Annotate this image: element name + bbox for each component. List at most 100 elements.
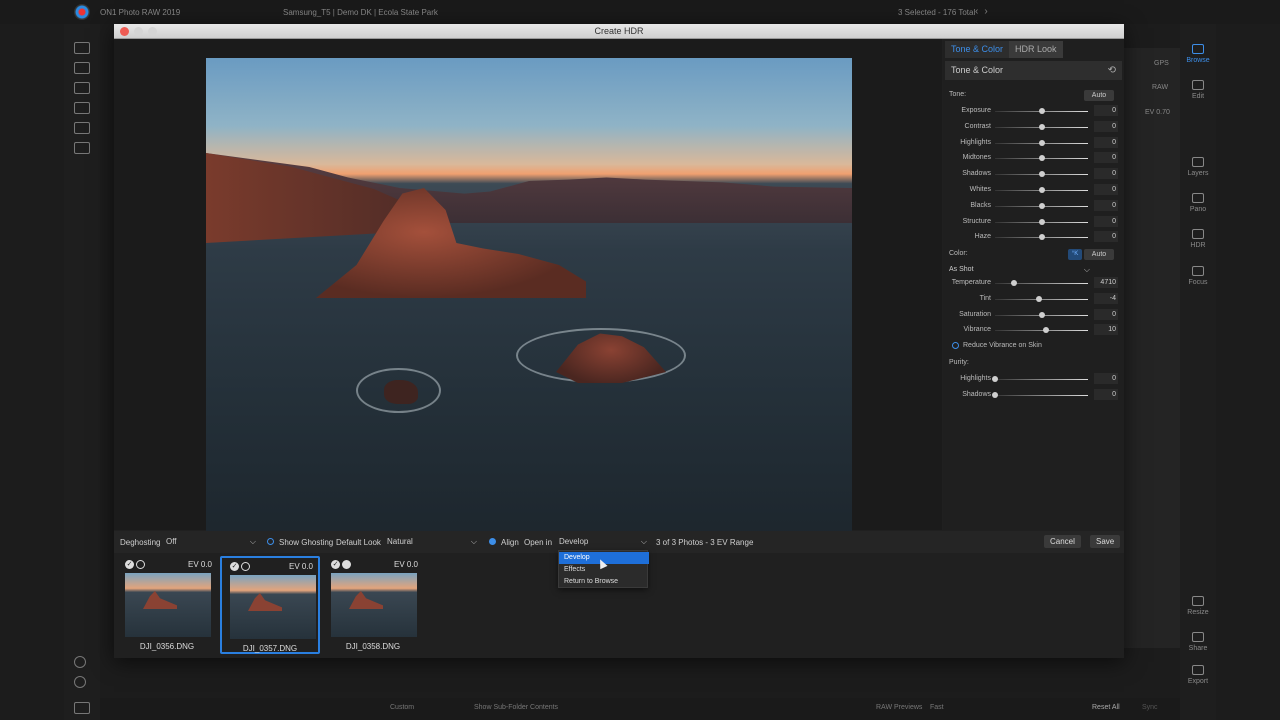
slider-vibrance[interactable]: Vibrance 10	[945, 323, 1122, 337]
browse-module[interactable]: Browse	[1180, 44, 1216, 64]
slider-shadows[interactable]: Shadows 0	[945, 167, 1122, 181]
slider-value-field[interactable]: 0	[1094, 388, 1118, 400]
slider-value-field[interactable]: 0	[1094, 136, 1118, 148]
monitor-icon[interactable]	[74, 42, 90, 54]
slider-track[interactable]	[995, 394, 1088, 396]
slider-track[interactable]	[995, 330, 1088, 332]
slider-handle[interactable]	[1038, 187, 1045, 193]
slider-value-field[interactable]: 0	[1094, 105, 1118, 116]
default-look-select[interactable]: Natural ⌵	[387, 537, 477, 548]
thumbnail-card[interactable]: ✓ EV 0.0 DJI_0358.DNG	[323, 556, 423, 654]
slider-handle[interactable]	[1035, 295, 1042, 302]
slider-contrast[interactable]: Contrast 0	[945, 120, 1122, 134]
slider-midtones[interactable]: Midtones 0	[945, 151, 1122, 165]
slider-value-field[interactable]: 0	[1094, 231, 1118, 243]
slider-handle[interactable]	[1043, 327, 1050, 334]
hdr-module[interactable]: HDR	[1180, 229, 1216, 249]
align-radio[interactable]	[489, 538, 496, 545]
slider-highlights[interactable]: Highlights 0	[945, 372, 1122, 386]
export-module[interactable]: Export	[1180, 665, 1216, 685]
slider-handle[interactable]	[1038, 234, 1045, 241]
slider-shadows[interactable]: Shadows 0	[945, 388, 1122, 402]
slider-value-field[interactable]: 10	[1094, 324, 1118, 336]
slider-saturation[interactable]: Saturation 0	[945, 308, 1122, 322]
pano-module[interactable]: Pano	[1180, 193, 1216, 213]
tab-hdr-look[interactable]: HDR Look	[1009, 41, 1063, 58]
resize-module[interactable]: Resize	[1180, 596, 1216, 616]
slider-value-field[interactable]: -4	[1094, 292, 1118, 304]
reset-all-button[interactable]: Reset All	[1092, 704, 1120, 711]
focus-module[interactable]: Focus	[1180, 266, 1216, 286]
cloud-icon[interactable]	[74, 122, 90, 134]
panel-toggle-icon[interactable]	[74, 702, 90, 714]
nav-arrows-icon[interactable]: ‹›	[975, 6, 994, 17]
edit-module[interactable]: Edit	[1180, 80, 1216, 100]
folder-icon[interactable]	[74, 82, 90, 94]
user-icon[interactable]	[74, 656, 86, 668]
primary-radio-icon[interactable]	[241, 562, 250, 571]
slider-highlights[interactable]: Highlights 0	[945, 136, 1122, 150]
save-button[interactable]: Save	[1090, 535, 1121, 548]
drive-icon[interactable]	[74, 102, 90, 114]
tone-auto-button[interactable]: Auto	[1084, 90, 1114, 101]
include-check-icon[interactable]: ✓	[230, 562, 239, 571]
slider-handle[interactable]	[1038, 123, 1045, 130]
include-check-icon[interactable]: ✓	[125, 560, 134, 569]
thumbnail-card[interactable]: ✓ EV 0.0 DJI_0356.DNG	[117, 556, 217, 654]
slider-value-field[interactable]: 0	[1094, 308, 1118, 320]
share-module[interactable]: Share	[1180, 632, 1216, 652]
kelvin-toggle[interactable]: °K	[1068, 249, 1082, 260]
white-balance-select[interactable]: As Shot ⌵	[949, 264, 1090, 275]
raw-previews-select[interactable]: Fast	[930, 704, 944, 711]
slider-handle[interactable]	[1038, 311, 1045, 318]
slider-tint[interactable]: Tint -4	[945, 292, 1122, 306]
help-icon[interactable]	[74, 676, 86, 688]
slider-value-field[interactable]: 0	[1094, 184, 1118, 195]
slider-handle[interactable]	[1038, 171, 1045, 178]
slider-haze[interactable]: Haze 0	[945, 230, 1122, 244]
slider-handle[interactable]	[992, 376, 998, 382]
include-check-icon[interactable]: ✓	[331, 560, 340, 569]
slider-value-field[interactable]: 0	[1094, 199, 1118, 211]
slider-handle[interactable]	[1038, 218, 1045, 225]
tab-tone-color[interactable]: Tone & Color	[945, 41, 1010, 58]
slider-track[interactable]	[995, 379, 1088, 380]
section-header[interactable]: Tone & Color ⟲	[945, 61, 1122, 80]
slider-value-field[interactable]: 4710	[1094, 277, 1118, 288]
slider-whites[interactable]: Whites 0	[945, 183, 1122, 197]
color-auto-button[interactable]: Auto	[1084, 249, 1114, 260]
thumbnail-card-selected[interactable]: ✓ EV 0.0 DJI_0357.DNG	[220, 556, 320, 654]
slider-handle[interactable]	[1038, 108, 1045, 114]
camera-icon[interactable]	[74, 62, 90, 74]
slider-handle[interactable]	[1038, 155, 1045, 162]
slider-exposure[interactable]: Exposure 0	[945, 104, 1122, 118]
slider-handle[interactable]	[992, 391, 998, 398]
slider-value-field[interactable]: 0	[1094, 120, 1118, 132]
show-ghosting-radio[interactable]	[267, 538, 274, 545]
primary-radio-icon[interactable]	[342, 560, 351, 569]
deghosting-select[interactable]: Off ⌵	[166, 537, 256, 548]
sort-select[interactable]: Custom	[390, 704, 414, 711]
sync-button[interactable]: Sync	[1142, 704, 1158, 711]
subfolder-toggle[interactable]: Show Sub-Folder Contents	[474, 704, 558, 711]
cancel-button[interactable]: Cancel	[1044, 535, 1081, 548]
slider-temperature[interactable]: Temperature 4710	[945, 276, 1122, 290]
slider-handle[interactable]	[1010, 280, 1017, 286]
reduce-vibrance-checkbox[interactable]	[952, 342, 959, 349]
slider-value-field[interactable]: 0	[1094, 152, 1118, 164]
slider-value-field[interactable]: 0	[1094, 168, 1118, 180]
slider-value-field[interactable]: 0	[1094, 373, 1118, 384]
layers-module[interactable]: Layers	[1180, 157, 1216, 177]
slider-value-field[interactable]: 0	[1094, 215, 1118, 227]
primary-radio-icon[interactable]	[136, 560, 145, 569]
menu-item-return-to-browse[interactable]: Return to Browse	[559, 576, 649, 588]
slider-structure[interactable]: Structure 0	[945, 215, 1122, 229]
open-in-select[interactable]: Develop ⌵	[559, 537, 647, 548]
hdr-preview-image[interactable]	[206, 58, 852, 541]
slider-handle[interactable]	[1038, 202, 1045, 209]
slider-handle[interactable]	[1038, 139, 1045, 146]
slider-track[interactable]	[995, 283, 1088, 284]
reset-icon[interactable]: ⟲	[1108, 61, 1116, 80]
slider-blacks[interactable]: Blacks 0	[945, 199, 1122, 213]
albums-icon[interactable]	[74, 142, 90, 154]
